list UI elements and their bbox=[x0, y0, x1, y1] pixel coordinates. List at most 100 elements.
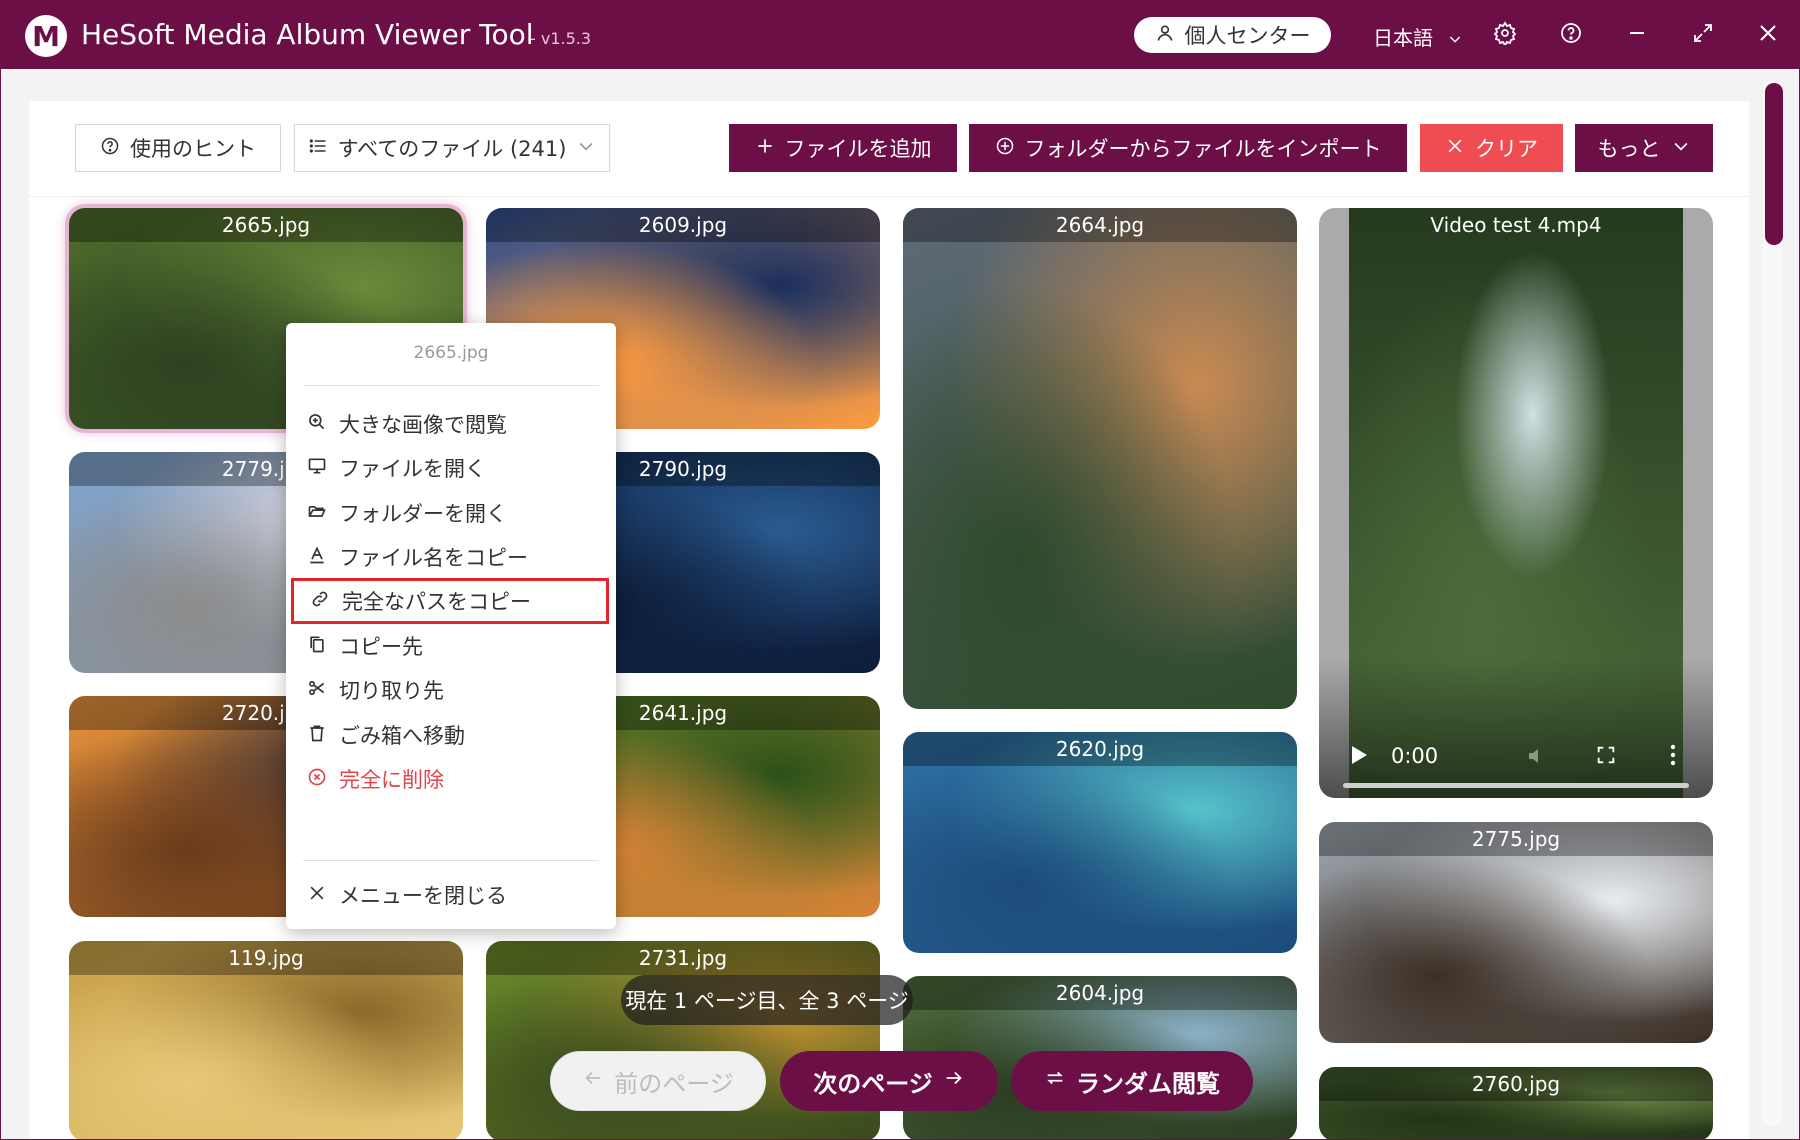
gear-icon[interactable] bbox=[1490, 18, 1520, 48]
arrow-left-icon bbox=[582, 1067, 604, 1095]
list-icon bbox=[308, 136, 328, 161]
fullscreen-icon[interactable] bbox=[1595, 744, 1617, 770]
media-card[interactable]: 2760.jpg bbox=[1319, 1067, 1713, 1139]
menu-item-label: 切り取り先 bbox=[339, 679, 444, 703]
app-version: - v1.5.3 bbox=[530, 29, 592, 48]
clear-button[interactable]: クリア bbox=[1420, 124, 1563, 172]
more-label: もっと bbox=[1597, 137, 1661, 161]
plus-circle-icon bbox=[995, 136, 1015, 161]
chevron-down-icon bbox=[576, 136, 596, 161]
menu-item[interactable]: ごみ箱へ移動 bbox=[303, 713, 599, 757]
next-page-label: 次のページ bbox=[813, 1069, 933, 1098]
hints-button[interactable]: 使用のヒント bbox=[75, 124, 281, 172]
link-icon bbox=[310, 589, 330, 614]
x-icon bbox=[1445, 136, 1465, 161]
import-folder-label: フォルダーからファイルをインポート bbox=[1024, 137, 1382, 161]
delete-circle-icon bbox=[307, 767, 327, 792]
user-center-label: 個人センター bbox=[1184, 24, 1311, 48]
file-filter-select[interactable]: すべてのファイル (241) bbox=[294, 124, 610, 172]
menu-item[interactable]: 完全に削除 bbox=[303, 757, 599, 801]
menu-item[interactable]: コピー先 bbox=[303, 624, 599, 668]
close-icon bbox=[307, 883, 327, 908]
menu-item-label: ごみ箱へ移動 bbox=[339, 724, 465, 748]
menu-item-label: ファイルを開く bbox=[339, 457, 486, 481]
menu-item[interactable]: 大きな画像で閲覧 bbox=[303, 402, 599, 446]
close-icon[interactable] bbox=[1753, 18, 1783, 48]
page-indicator: 現在 1 ページ目、全 3 ページ bbox=[621, 975, 913, 1025]
shuffle-icon bbox=[1044, 1067, 1066, 1095]
more-button[interactable]: もっと bbox=[1575, 124, 1713, 172]
help-icon bbox=[100, 136, 120, 161]
video-time: 0:00 bbox=[1391, 744, 1439, 768]
scrollbar-thumb[interactable] bbox=[1765, 83, 1783, 245]
context-menu-header: 2665.jpg bbox=[413, 343, 489, 363]
media-card[interactable]: 2620.jpg bbox=[903, 732, 1297, 953]
media-card-filename: 2760.jpg bbox=[1319, 1067, 1713, 1101]
media-card-filename: 2665.jpg bbox=[69, 208, 463, 242]
app-logo: M bbox=[25, 15, 67, 57]
media-card-filename: 2609.jpg bbox=[486, 208, 880, 242]
media-card-filename: 119.jpg bbox=[69, 941, 463, 975]
menu-item[interactable]: ファイルを開く bbox=[303, 446, 599, 490]
media-card-filename: 2775.jpg bbox=[1319, 822, 1713, 856]
prev-page-label: 前のページ bbox=[614, 1069, 734, 1098]
clear-label: クリア bbox=[1475, 137, 1538, 161]
title-bar: M HeSoft Media Album Viewer Tool - v1.5.… bbox=[1, 1, 1799, 69]
menu-item-label: 完全に削除 bbox=[339, 768, 444, 792]
menu-divider bbox=[303, 860, 599, 861]
help-icon[interactable] bbox=[1556, 18, 1586, 48]
menu-item[interactable]: 切り取り先 bbox=[303, 668, 599, 712]
app-title: HeSoft Media Album Viewer Tool bbox=[81, 18, 534, 51]
folder-open-icon bbox=[307, 501, 327, 526]
random-browse-button[interactable]: ランダム閲覧 bbox=[1011, 1051, 1253, 1111]
hints-label: 使用のヒント bbox=[130, 137, 256, 161]
menu-item[interactable]: フォルダーを開く bbox=[303, 491, 599, 535]
scissors-icon bbox=[307, 678, 327, 703]
import-folder-button[interactable]: フォルダーからファイルをインポート bbox=[969, 124, 1407, 172]
add-file-label: ファイルを追加 bbox=[784, 137, 932, 161]
random-browse-label: ランダム閲覧 bbox=[1076, 1069, 1220, 1098]
minimize-icon[interactable] bbox=[1622, 18, 1652, 48]
volume-icon[interactable] bbox=[1525, 744, 1549, 772]
media-card-filename: 2731.jpg bbox=[486, 941, 880, 975]
chevron-down-icon bbox=[1447, 28, 1463, 52]
context-menu: 2665.jpg 大きな画像で閲覧 ファイルを開く フォルダーを開く ファイル名をコピ… bbox=[286, 323, 616, 929]
menu-item-label: 大きな画像で閲覧 bbox=[339, 413, 507, 437]
menu-item-label: ファイル名をコピー bbox=[339, 546, 528, 570]
trash-icon bbox=[307, 723, 327, 748]
more-options-icon[interactable] bbox=[1669, 744, 1677, 770]
monitor-icon bbox=[307, 456, 327, 481]
menu-item-label: 完全なパスをコピー bbox=[342, 590, 531, 614]
media-card-filename: 2620.jpg bbox=[903, 732, 1297, 766]
video-title: Video test 4.mp4 bbox=[1430, 213, 1602, 237]
menu-item[interactable]: 完全なパスをコピー bbox=[291, 578, 609, 624]
toolbar-divider bbox=[29, 196, 1749, 197]
video-card[interactable]: Video test 4.mp4 0:00 bbox=[1319, 208, 1713, 798]
text-format-icon bbox=[307, 545, 327, 570]
user-icon bbox=[1155, 23, 1175, 48]
play-icon[interactable] bbox=[1349, 744, 1369, 770]
menu-item-label: メニューを閉じる bbox=[339, 884, 507, 908]
menu-divider bbox=[303, 385, 599, 386]
menu-item[interactable]: ファイル名をコピー bbox=[303, 535, 599, 579]
zoom-in-icon bbox=[307, 412, 327, 437]
chevron-down-icon bbox=[1671, 136, 1691, 161]
menu-item-close-menu[interactable]: メニューを閉じる bbox=[303, 873, 599, 917]
media-card-filename: 2664.jpg bbox=[903, 208, 1297, 242]
user-center-button[interactable]: 個人センター bbox=[1134, 17, 1331, 53]
add-file-button[interactable]: ファイルを追加 bbox=[729, 124, 957, 172]
language-selector[interactable]: 日本語 bbox=[1373, 22, 1463, 52]
next-page-button[interactable]: 次のページ bbox=[780, 1051, 998, 1111]
prev-page-button[interactable]: 前のページ bbox=[550, 1051, 766, 1111]
menu-item-label: フォルダーを開く bbox=[339, 502, 507, 526]
language-label: 日本語 bbox=[1373, 26, 1433, 50]
video-controls: 0:00 bbox=[1319, 658, 1713, 798]
media-card[interactable]: 2775.jpg bbox=[1319, 822, 1713, 1043]
video-progress-bar[interactable] bbox=[1343, 783, 1689, 788]
app-window: M HeSoft Media Album Viewer Tool - v1.5.… bbox=[0, 0, 1800, 1140]
menu-item-label: コピー先 bbox=[339, 635, 423, 659]
file-filter-label: すべてのファイル (241) bbox=[337, 137, 567, 161]
media-card[interactable]: 2664.jpg bbox=[903, 208, 1297, 709]
maximize-icon[interactable] bbox=[1688, 18, 1718, 48]
media-card[interactable]: 119.jpg bbox=[69, 941, 463, 1139]
